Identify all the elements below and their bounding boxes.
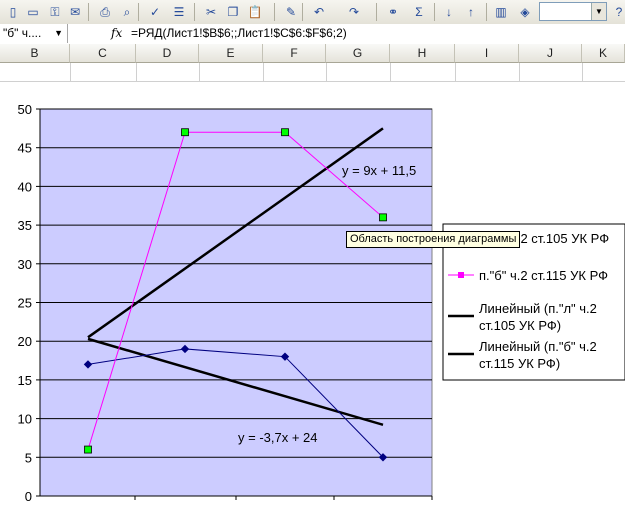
y-tick-label: 35 bbox=[18, 218, 32, 233]
cell[interactable] bbox=[519, 63, 583, 81]
cell[interactable] bbox=[70, 63, 137, 81]
column-header-i[interactable]: I bbox=[455, 44, 519, 63]
spelling-icon[interactable]: ✓ bbox=[146, 3, 164, 21]
toolbar-separator bbox=[194, 3, 195, 21]
y-tick-label: 25 bbox=[18, 296, 32, 311]
legend-marker bbox=[458, 272, 464, 278]
column-header-d[interactable]: D bbox=[136, 44, 199, 63]
column-header-b[interactable]: B bbox=[0, 44, 70, 63]
help-icon[interactable]: ? bbox=[610, 3, 625, 21]
trendline-equation: y = -3,7x + 24 bbox=[238, 430, 318, 445]
cell[interactable] bbox=[263, 63, 327, 81]
toolbar-separator bbox=[376, 3, 377, 21]
y-tick-label: 10 bbox=[18, 412, 32, 427]
legend-label: Линейный (п."л" ч.2 bbox=[479, 301, 597, 316]
standard-toolbar: ▯ ▭ ⚿ ✉ ⎙ ⌕ ✓ ☰ ✂ ❐ 📋 ✎ ↶ ↷ ⚭ Σ ↓ ↑ ▥ ◈ ▼? bbox=[0, 0, 625, 25]
toolbar-separator bbox=[302, 3, 303, 21]
sort-ascending-icon[interactable]: ↓ bbox=[440, 3, 458, 21]
cell[interactable] bbox=[199, 63, 264, 81]
data-point bbox=[181, 128, 189, 137]
autosum-icon[interactable]: Σ bbox=[410, 3, 428, 21]
chevron-down-icon[interactable]: ▼ bbox=[54, 24, 63, 43]
copy-icon[interactable]: ❐ bbox=[224, 3, 242, 21]
sort-descending-icon[interactable]: ↑ bbox=[462, 3, 480, 21]
function-icon[interactable]: fx bbox=[111, 24, 122, 43]
y-tick-label: 50 bbox=[18, 102, 32, 117]
cell[interactable] bbox=[0, 63, 71, 81]
chart-tooltip: Область построения диаграммы bbox=[346, 231, 521, 248]
cell[interactable] bbox=[326, 63, 391, 81]
print-preview-icon[interactable]: ⌕ bbox=[118, 3, 136, 21]
y-tick-label: 20 bbox=[18, 334, 32, 349]
print-icon[interactable]: ⎙ bbox=[96, 3, 114, 21]
drawing-icon[interactable]: ◈ bbox=[516, 3, 534, 21]
research-icon[interactable]: ☰ bbox=[170, 3, 188, 21]
name-box-value: "б" ч.... bbox=[3, 26, 42, 40]
toolbar-separator bbox=[274, 3, 275, 21]
new-icon[interactable]: ▯ bbox=[4, 3, 22, 21]
legend-label: ст.105 УК РФ) bbox=[479, 318, 561, 333]
chart-area[interactable]: 0 5 10 15 20 25 30 35 40 45 50 y = -3,7x + 24 y = 9x… bbox=[0, 81, 625, 517]
worksheet-row[interactable] bbox=[0, 63, 625, 82]
redo-icon[interactable]: ↷ bbox=[345, 3, 363, 21]
toolbar-separator bbox=[434, 3, 435, 21]
cut-icon[interactable]: ✂ bbox=[202, 3, 220, 21]
column-header-f[interactable]: F bbox=[263, 44, 326, 63]
column-header-j[interactable]: J bbox=[519, 44, 582, 63]
cell[interactable] bbox=[582, 63, 625, 81]
y-tick-label: 45 bbox=[18, 141, 32, 156]
formula-input[interactable]: =РЯД(Лист1!$B$6;;Лист1!$C$6:$F$6;2) bbox=[131, 24, 347, 43]
toolbar-separator bbox=[486, 3, 487, 21]
y-tick-label: 30 bbox=[18, 257, 32, 272]
cell[interactable] bbox=[455, 63, 520, 81]
open-icon[interactable]: ▭ bbox=[24, 3, 42, 21]
permission-icon[interactable]: ⚿ bbox=[46, 3, 64, 21]
legend-label: ст.115 УК РФ) bbox=[479, 356, 560, 371]
y-tick-label: 5 bbox=[25, 450, 32, 465]
format-painter-icon[interactable]: ✎ bbox=[282, 3, 300, 21]
formula-bar: "б" ч.... ▼ fx =РЯД(Лист1!$B$6;;Лист1!$C… bbox=[0, 24, 625, 45]
y-tick-label: 0 bbox=[25, 489, 32, 504]
mail-icon[interactable]: ✉ bbox=[66, 3, 84, 21]
y-tick-label: 40 bbox=[18, 179, 32, 194]
column-header-c[interactable]: C bbox=[70, 44, 136, 63]
trendline-equation: y = 9x + 11,5 bbox=[342, 163, 416, 178]
y-tick-label: 15 bbox=[18, 373, 32, 388]
name-box[interactable]: "б" ч.... ▼ bbox=[0, 24, 68, 43]
data-point bbox=[379, 213, 387, 222]
chart-wizard-icon[interactable]: ▥ bbox=[492, 3, 510, 21]
zoom-combo[interactable]: ▼ bbox=[539, 2, 607, 21]
toolbar-separator bbox=[138, 3, 139, 21]
column-header-k[interactable]: K bbox=[582, 44, 625, 63]
hyperlink-icon[interactable]: ⚭ bbox=[384, 3, 402, 21]
cell[interactable] bbox=[390, 63, 456, 81]
toolbar-separator bbox=[88, 3, 89, 21]
legend-label: п."б" ч.2 ст.115 УК РФ bbox=[479, 268, 608, 283]
undo-icon[interactable]: ↶ bbox=[310, 3, 328, 21]
chevron-down-icon[interactable]: ▼ bbox=[591, 3, 606, 20]
legend-label: Линейный (п."б" ч.2 bbox=[479, 339, 597, 354]
data-point bbox=[84, 445, 92, 454]
column-header-e[interactable]: E bbox=[199, 44, 263, 63]
paste-icon[interactable]: 📋 bbox=[246, 3, 264, 21]
column-header-h[interactable]: H bbox=[390, 44, 455, 63]
column-header-g[interactable]: G bbox=[326, 44, 390, 63]
data-point bbox=[281, 128, 289, 137]
cell[interactable] bbox=[136, 63, 200, 81]
